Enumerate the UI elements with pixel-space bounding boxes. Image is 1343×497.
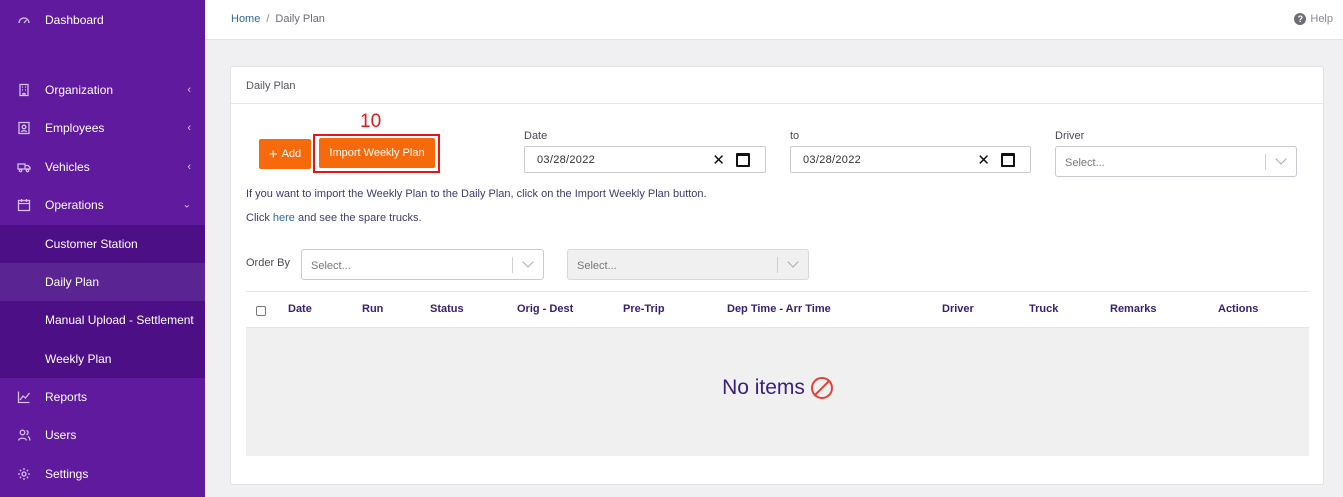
spare-trucks-text: Click here and see the spare trucks. (246, 212, 422, 224)
driver-label: Driver (1055, 130, 1085, 142)
sidebar-item-label: Users (45, 428, 77, 442)
add-button-label: Add (281, 148, 302, 160)
order-by-select[interactable]: Select... (301, 249, 544, 280)
column-pre-trip[interactable]: Pre-Trip (623, 303, 665, 315)
card-title: Daily Plan (231, 67, 1323, 104)
chevron-left-icon: ‹ (187, 122, 191, 134)
table-header: Date Run Status Orig - Dest Pre-Trip Dep… (246, 291, 1309, 328)
order-direction-select: Select... (567, 249, 809, 280)
sidebar-item-reports[interactable]: Reports (0, 378, 205, 416)
gauge-icon (17, 13, 31, 27)
sidebar-item-employees[interactable]: Employees ‹ (0, 109, 205, 147)
sidebar-item-settings[interactable]: Settings (0, 455, 205, 493)
clear-icon[interactable]: ✕ (712, 151, 725, 169)
driver-select[interactable]: Select... (1055, 146, 1297, 177)
id-card-icon (17, 121, 31, 135)
topbar: Home / Daily Plan ? Help (205, 0, 1343, 40)
date-to-value: 03/28/2022 (803, 154, 862, 166)
sidebar-item-label: Vehicles (45, 160, 90, 174)
column-date[interactable]: Date (288, 303, 312, 315)
column-actions[interactable]: Actions (1218, 303, 1258, 315)
sidebar-item-operations[interactable]: Operations ⌄ (0, 186, 205, 224)
sidebar-item-users[interactable]: Users (0, 416, 205, 454)
chevron-left-icon: ‹ (187, 84, 191, 96)
select-divider (777, 257, 778, 273)
prohibited-icon (810, 377, 833, 399)
sidebar-item-label: Operations (45, 198, 104, 212)
breadcrumb-home-link[interactable]: Home (231, 13, 260, 25)
empty-message: No items (246, 376, 1309, 400)
driver-select-placeholder: Select... (1065, 157, 1105, 169)
sidebar-item-organization[interactable]: Organization ‹ (0, 71, 205, 109)
add-button[interactable]: + Add (259, 139, 311, 169)
table-empty-state: No items (246, 328, 1309, 456)
sidebar-item-label: Organization (45, 83, 114, 97)
column-dep-arr-time[interactable]: Dep Time - Arr Time (727, 303, 831, 315)
step-number-annotation: 10 (360, 111, 382, 132)
breadcrumb: Home / Daily Plan (231, 13, 325, 25)
breadcrumb-current: Daily Plan (275, 13, 325, 25)
submenu-item-label: Manual Upload - Settlement (45, 313, 194, 327)
chevron-down-icon (1275, 153, 1287, 165)
help-label: Help (1310, 13, 1333, 25)
users-icon (17, 428, 31, 442)
truck-icon (17, 160, 31, 174)
submenu-item-label: Weekly Plan (45, 352, 112, 366)
sidebar: Dashboard Organization ‹ Employees ‹ Veh… (0, 0, 205, 497)
column-run[interactable]: Run (362, 303, 383, 315)
spare-prefix: Click (246, 212, 270, 224)
sidebar-item-vehicles[interactable]: Vehicles ‹ (0, 148, 205, 186)
submenu-item-daily-plan[interactable]: Daily Plan (0, 263, 205, 301)
calendar-icon (17, 198, 31, 212)
chevron-down-icon (787, 256, 799, 268)
column-remarks[interactable]: Remarks (1110, 303, 1156, 315)
chart-line-icon (17, 390, 31, 404)
spare-trucks-link[interactable]: here (273, 212, 295, 224)
submenu-item-label: Customer Station (45, 237, 138, 251)
column-orig-dest[interactable]: Orig - Dest (517, 303, 573, 315)
submenu-item-weekly-plan[interactable]: Weekly Plan (0, 340, 205, 378)
help-link[interactable]: ? Help (1294, 13, 1333, 25)
sidebar-item-dashboard[interactable]: Dashboard (0, 1, 205, 39)
submenu-item-customer-station[interactable]: Customer Station (0, 225, 205, 263)
import-weekly-plan-button[interactable]: Import Weekly Plan (319, 138, 435, 168)
sidebar-item-label: Settings (45, 467, 89, 481)
order-direction-placeholder: Select... (577, 260, 617, 272)
chevron-down-icon: ⌄ (182, 199, 191, 211)
building-icon (17, 83, 31, 97)
sidebar-item-label: Employees (45, 121, 105, 135)
date-from-input[interactable]: 03/28/2022 ✕ (524, 146, 766, 173)
calendar-icon[interactable] (1001, 153, 1015, 167)
sidebar-item-label: Dashboard (45, 13, 104, 27)
select-divider (512, 257, 513, 273)
to-label: to (790, 130, 800, 142)
chevron-down-icon (522, 256, 534, 268)
submenu-item-label: Daily Plan (45, 275, 100, 289)
order-by-placeholder: Select... (311, 260, 351, 272)
question-circle-icon: ? (1294, 13, 1307, 25)
select-divider (1265, 154, 1266, 170)
spare-suffix: and see the spare trucks. (298, 212, 422, 224)
breadcrumb-separator: / (266, 13, 270, 25)
gear-icon (17, 467, 31, 481)
column-driver[interactable]: Driver (942, 303, 974, 315)
date-from-value: 03/28/2022 (537, 154, 596, 166)
import-info-text: If you want to import the Weekly Plan to… (246, 188, 707, 200)
date-label: Date (524, 130, 548, 142)
submenu-item-manual-upload-settlement[interactable]: Manual Upload - Settlement (0, 301, 205, 339)
select-all-checkbox[interactable] (256, 306, 266, 316)
sidebar-item-label: Reports (45, 390, 88, 404)
calendar-icon[interactable] (736, 153, 750, 167)
operations-submenu: Customer Station Daily Plan Manual Uploa… (0, 225, 205, 378)
column-truck[interactable]: Truck (1029, 303, 1058, 315)
order-by-label: Order By (246, 257, 291, 269)
column-status[interactable]: Status (430, 303, 464, 315)
empty-message-text: No items (722, 376, 805, 399)
daily-plan-card: Daily Plan 10 + Add Import Weekly Plan D… (230, 66, 1324, 485)
date-to-input[interactable]: 03/28/2022 ✕ (790, 146, 1031, 173)
chevron-left-icon: ‹ (187, 161, 191, 173)
plus-icon: + (268, 145, 278, 163)
clear-icon[interactable]: ✕ (977, 151, 990, 169)
